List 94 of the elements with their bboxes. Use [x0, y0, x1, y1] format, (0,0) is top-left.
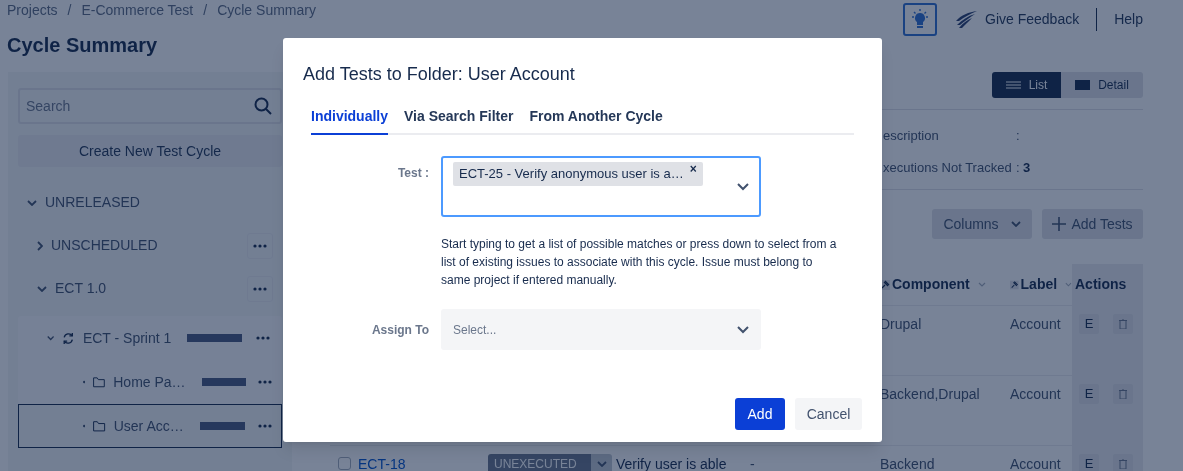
tree-label: UNRELEASED [45, 193, 140, 212]
more-button[interactable] [247, 275, 273, 302]
trash-icon [1119, 459, 1127, 469]
tree-item[interactable]: ECT 1.0 [18, 267, 282, 310]
edit-button[interactable]: E [1079, 314, 1099, 334]
detail-label: escription [883, 127, 940, 145]
search-icon [254, 97, 272, 115]
sort-caret-icon [977, 282, 986, 287]
select-placeholder: Select... [453, 321, 497, 339]
chevron-down-icon [1010, 221, 1021, 227]
issue-link[interactable]: ECT-18 [358, 456, 406, 471]
table-cell-text: Account [1009, 456, 1061, 471]
help-link[interactable]: Help [1114, 9, 1143, 30]
more-button[interactable] [247, 232, 273, 259]
tree-item[interactable]: ECT - Sprint 1 [18, 316, 282, 360]
dialog-tab[interactable]: From Another Cycle [529, 106, 663, 135]
status-dropdown-button[interactable] [591, 454, 612, 471]
detail-separator: : [1016, 127, 1021, 145]
table-cell-text: Account [1009, 386, 1061, 402]
chip-text: ECT-25 - Verify anonymous user is a… [459, 165, 684, 183]
breadcrumb-link[interactable]: Projects [7, 0, 58, 21]
chevron-down-icon [737, 325, 749, 334]
trash-icon [1119, 389, 1127, 399]
chevron-down-icon [27, 199, 37, 206]
dialog-tab[interactable]: Via Search Filter [404, 106, 514, 135]
more-icon [258, 424, 273, 428]
test-select-field[interactable]: ECT-25 - Verify anonymous user is a… × [441, 156, 761, 217]
add-tests-button[interactable]: Add Tests [1042, 209, 1143, 239]
detail-separator: : [1016, 158, 1021, 177]
chevron-down-icon [37, 285, 47, 292]
view-tab[interactable]: Detail [1061, 72, 1143, 98]
page-title: Cycle Summary [7, 33, 159, 58]
more-icon [253, 243, 267, 248]
list-icon [1005, 81, 1021, 89]
field-label: Test : [396, 165, 430, 182]
search-field[interactable]: Search [18, 88, 282, 124]
give-feedback-link[interactable]: Give Feedback [985, 9, 1080, 30]
table-cell-text: Backend [879, 456, 935, 471]
more-icon [258, 380, 273, 384]
tree-item[interactable]: UNSCHEDULED [18, 224, 282, 267]
delete-button[interactable] [1113, 384, 1133, 404]
tree-label: ECT 1.0 [55, 279, 107, 298]
help-text: Start typing to get a list of possible matches or press down to select from a list of existing issues to associate with this cycle. Issue must belong to same project if entered manually. [441, 236, 838, 289]
breadcrumb-separator: / [203, 0, 208, 20]
delete-button[interactable] [1113, 314, 1133, 334]
column-header[interactable]: Label [1020, 274, 1058, 295]
column-header[interactable]: Component [892, 274, 970, 295]
dialog-tab[interactable]: Individually [311, 106, 388, 135]
field-label: Assign To [370, 321, 430, 339]
dialog-title: Add Tests to Folder: User Account [303, 63, 576, 86]
table-cell: Verify user is able [616, 456, 727, 471]
view-tab[interactable]: List [992, 72, 1061, 98]
breadcrumb-link[interactable]: E-Commerce Test [81, 0, 194, 21]
chip-remove-button[interactable]: × [689, 162, 697, 176]
cancel-button[interactable]: Cancel [795, 398, 862, 430]
plus-icon [1052, 217, 1067, 231]
edit-button[interactable]: E [1079, 454, 1099, 471]
columns-button[interactable]: Columns [932, 209, 1032, 239]
lightbulb-button[interactable] [903, 3, 938, 36]
edit-button[interactable]: E [1079, 384, 1099, 404]
table-cell-text: Backend,Drupal [879, 386, 980, 402]
tree-item[interactable]: User Acc… [18, 404, 282, 448]
lightbulb-icon [910, 8, 931, 31]
bullet-icon [83, 424, 86, 428]
breadcrumb-separator: / [67, 0, 72, 20]
tree-item[interactable]: UNRELEASED [18, 181, 282, 224]
more-icon [253, 286, 267, 291]
delete-button[interactable] [1113, 454, 1133, 471]
trash-icon [1119, 319, 1127, 329]
detail-icon [1075, 80, 1091, 90]
tree-label: Home Pa… [113, 372, 186, 392]
chevron-down-icon [737, 183, 749, 191]
tree-label: User Acc… [113, 416, 184, 436]
chevron-down-icon [47, 335, 55, 341]
add-button[interactable]: Add [735, 398, 785, 430]
more-icon [256, 336, 271, 340]
status-label: UNEXECUTED [488, 454, 591, 471]
table-cell-text: Account [1009, 316, 1061, 332]
chevron-down-icon [596, 461, 607, 467]
create-test-cycle-button[interactable]: Create New Test Cycle [18, 135, 282, 167]
feather-icon [955, 10, 979, 29]
sort-caret-icon [1065, 282, 1072, 287]
assign-select-field[interactable]: Select... [441, 309, 761, 350]
table-cell-text: - [749, 456, 755, 471]
row-checkbox[interactable] [338, 457, 351, 470]
detail-value: 3 [1023, 158, 1031, 177]
breadcrumb-link[interactable]: Cycle Summary [217, 0, 316, 21]
tree-label: ECT - Sprint 1 [82, 328, 172, 348]
pin-icon [1010, 279, 1019, 290]
tree-label: UNSCHEDULED [51, 236, 158, 255]
bullet-icon [83, 380, 86, 384]
tree-item[interactable]: Home Pa… [18, 360, 282, 404]
chevron-right-icon [37, 240, 43, 251]
detail-label: xecutions Not Tracked [883, 158, 1013, 177]
